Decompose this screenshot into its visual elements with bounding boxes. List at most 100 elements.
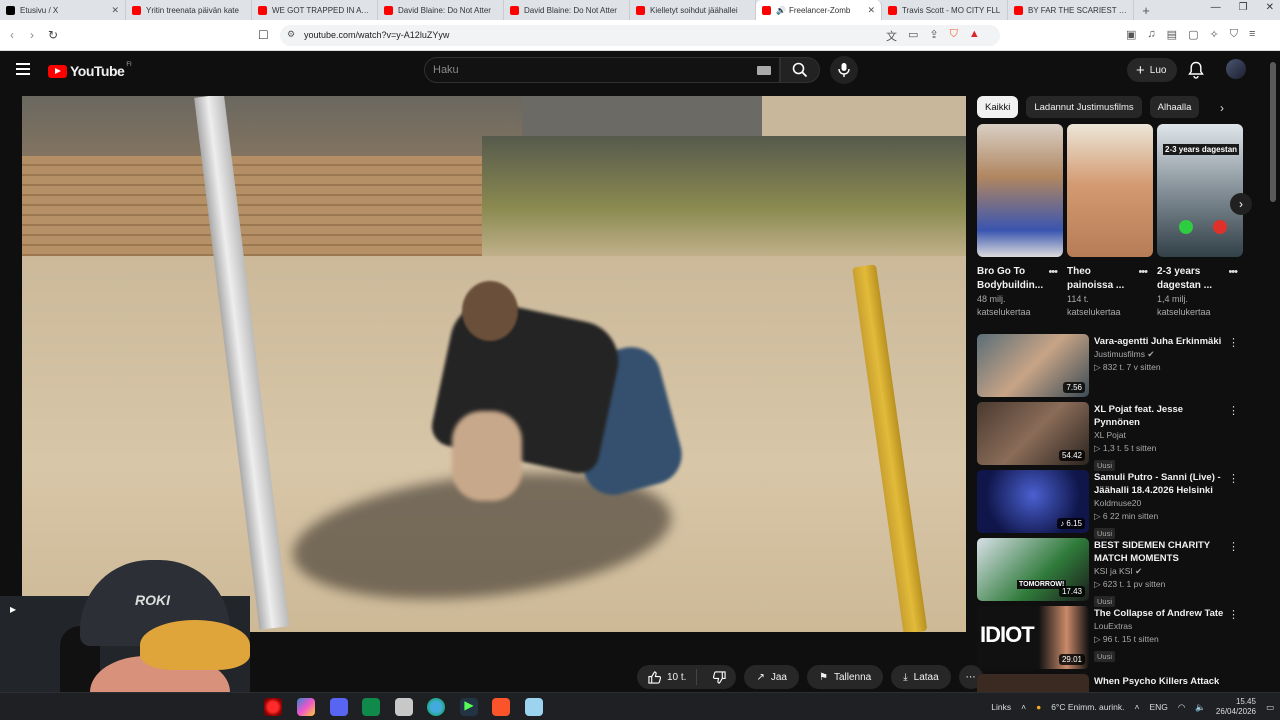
app-icon[interactable]: [297, 698, 315, 716]
browser-tab[interactable]: BY FAR THE SCARIEST GAI: [1008, 0, 1134, 20]
share-button[interactable]: ↗ Jaa: [744, 665, 799, 689]
wallet-icon[interactable]: ▢: [1188, 28, 1198, 41]
reading-list-icon[interactable]: ▤: [1167, 28, 1177, 41]
short-item[interactable]: Bro Go To Bodybuildin... 48 milj. katsel…: [977, 124, 1063, 319]
minimize-icon[interactable]: —: [1211, 2, 1221, 13]
new-tab-button[interactable]: +: [1134, 3, 1158, 18]
media-icon[interactable]: ♫: [1147, 28, 1155, 41]
voice-search-button[interactable]: [830, 56, 858, 84]
vpn-icon[interactable]: ⛉: [1230, 28, 1238, 41]
more-icon[interactable]: •••: [1228, 266, 1238, 278]
notification-icon[interactable]: ▭: [1266, 702, 1274, 713]
browser-tab[interactable]: Etusivu / X ✕: [0, 0, 126, 20]
notifications-button[interactable]: [1188, 61, 1204, 84]
chevron-up-icon[interactable]: ˄: [1021, 702, 1026, 712]
bookmark-icon[interactable]: ☐: [258, 28, 269, 42]
translate-icon[interactable]: 文: [886, 28, 897, 44]
browser-tab[interactable]: Kielletyt soihdut jäähallei: [630, 0, 756, 20]
list-item[interactable]: IDIOT 29.01 The Collapse of Andrew Tate …: [977, 605, 1247, 673]
site-info-icon[interactable]: ⚙: [287, 29, 295, 40]
close-icon[interactable]: ✕: [111, 5, 119, 16]
list-item[interactable]: 7.56 Vara-agentti Juha Erkinmäki Justimu…: [977, 333, 1247, 401]
video-thumbnail[interactable]: [977, 674, 1089, 693]
search-button[interactable]: [780, 57, 820, 83]
shorts-next-button[interactable]: ›: [1230, 193, 1252, 215]
video-thumbnail[interactable]: ♪ 6.15: [977, 470, 1089, 533]
chevron-right-icon[interactable]: ›: [1220, 101, 1224, 115]
window-controls: — ❐ ✕: [1211, 2, 1274, 13]
play-app-icon[interactable]: ▶: [460, 698, 478, 716]
video-thumbnail[interactable]: 7.56: [977, 334, 1089, 397]
clock[interactable]: 15.45 26/04/2026: [1216, 697, 1256, 717]
search-input[interactable]: Haku: [424, 57, 780, 83]
save-button[interactable]: ⚑ Tallenna: [806, 665, 884, 689]
keyboard-icon[interactable]: [757, 66, 771, 75]
youtube-logo[interactable]: YouTube FI: [48, 62, 132, 79]
create-button[interactable]: + Luo: [1127, 58, 1178, 82]
video-player[interactable]: [22, 96, 966, 632]
brave-shield-icon[interactable]: ⛉: [950, 28, 958, 44]
short-thumbnail[interactable]: 2-3 years dagestan: [1157, 124, 1243, 257]
list-item[interactable]: 54.42 XL Pojat feat. Jesse Pynnönen XL P…: [977, 401, 1247, 471]
browser-tab[interactable]: Travis Scott - MO CITY FLL: [882, 0, 1008, 20]
video-thumbnail[interactable]: IDIOT 29.01: [977, 606, 1089, 669]
security-icon[interactable]: [395, 698, 413, 716]
video-thumbnail[interactable]: 54.42: [977, 402, 1089, 465]
forward-icon[interactable]: ›: [30, 28, 34, 42]
discord-icon[interactable]: [330, 698, 348, 716]
list-item[interactable]: ♪ 6.15 Samuli Putro - Sanni (Live) - Jää…: [977, 469, 1247, 539]
browser-tab[interactable]: WE GOT TRAPPED IN A BO: [252, 0, 378, 20]
more-icon: ⋯: [965, 671, 976, 683]
short-item[interactable]: Theo painoissa ... 114 t. katselukertaa …: [1067, 124, 1153, 319]
like-button[interactable]: 10 t.: [637, 669, 698, 685]
video-thumbnail[interactable]: TOMORROW! 17.43: [977, 538, 1089, 601]
app-green-icon[interactable]: [362, 698, 380, 716]
address-bar-row: ‹ › ↻ ☐ ⚙ youtube.com/watch?v=y-A12luZYy…: [0, 20, 1280, 51]
hamburger-menu-icon[interactable]: [16, 63, 30, 75]
maximize-icon[interactable]: ❐: [1239, 2, 1248, 13]
reload-icon[interactable]: ↻: [48, 28, 58, 42]
rewards-icon[interactable]: ▲: [969, 28, 980, 44]
scrollbar-thumb[interactable]: [1270, 62, 1276, 202]
opera-icon[interactable]: [264, 698, 282, 716]
download-button[interactable]: ⤓ Lataa: [891, 665, 951, 689]
more-icon[interactable]: ⋮: [1228, 404, 1239, 417]
browser-tab[interactable]: Yritin treenata päivän kate: [126, 0, 252, 20]
play-icon: ▷: [1094, 443, 1101, 453]
chip-related[interactable]: Alhaalla: [1149, 96, 1200, 118]
browser-tab[interactable]: David Blaine: Do Not Atter: [378, 0, 504, 20]
play-icon: ▷: [1094, 579, 1101, 589]
chip-uploader[interactable]: Ladannut Justimusfilms: [1026, 96, 1142, 118]
chip-all[interactable]: Kaikki: [977, 96, 1019, 118]
short-thumbnail[interactable]: [1067, 124, 1153, 257]
wifi-icon[interactable]: ◠: [1178, 702, 1185, 713]
list-item[interactable]: TOMORROW! 17.43 BEST SIDEMEN CHARITY MAT…: [977, 537, 1247, 607]
more-icon[interactable]: •••: [1048, 266, 1058, 278]
cast-icon[interactable]: ▭: [908, 28, 918, 44]
window-close-icon[interactable]: ✕: [1266, 2, 1274, 13]
back-icon[interactable]: ‹: [10, 28, 14, 42]
account-avatar[interactable]: [1226, 59, 1246, 79]
close-icon[interactable]: ✕: [867, 5, 875, 16]
volume-icon[interactable]: 🔈: [1195, 702, 1206, 713]
page-scrollbar[interactable]: [1270, 62, 1276, 688]
list-item[interactable]: When Psycho Killers Attack: [977, 673, 1247, 693]
extensions-icon[interactable]: ✧: [1209, 28, 1218, 41]
share-icon[interactable]: ⇪: [929, 28, 938, 44]
short-item[interactable]: 2-3 years dagestan 2-3 years dagestan ..…: [1157, 124, 1243, 319]
more-icon[interactable]: •••: [1138, 266, 1148, 278]
browser-tab-active[interactable]: 🔊 Freelancer-Zomb ✕: [756, 0, 882, 20]
more-icon[interactable]: ⋮: [1228, 608, 1239, 621]
edge-icon[interactable]: [427, 698, 445, 716]
sidebar-icon[interactable]: ▣: [1126, 28, 1136, 41]
brave-icon[interactable]: [492, 698, 510, 716]
tray-expand-icon[interactable]: ˄: [1135, 702, 1140, 712]
more-icon[interactable]: ⋮: [1228, 540, 1239, 553]
dislike-button[interactable]: [703, 670, 736, 684]
more-icon[interactable]: ⋮: [1228, 336, 1239, 349]
menu-icon[interactable]: ≡: [1249, 28, 1255, 41]
short-thumbnail[interactable]: [977, 124, 1063, 257]
notepad-icon[interactable]: [525, 698, 543, 716]
browser-tab[interactable]: David Blaine: Do Not Atter: [504, 0, 630, 20]
more-icon[interactable]: ⋮: [1228, 472, 1239, 485]
